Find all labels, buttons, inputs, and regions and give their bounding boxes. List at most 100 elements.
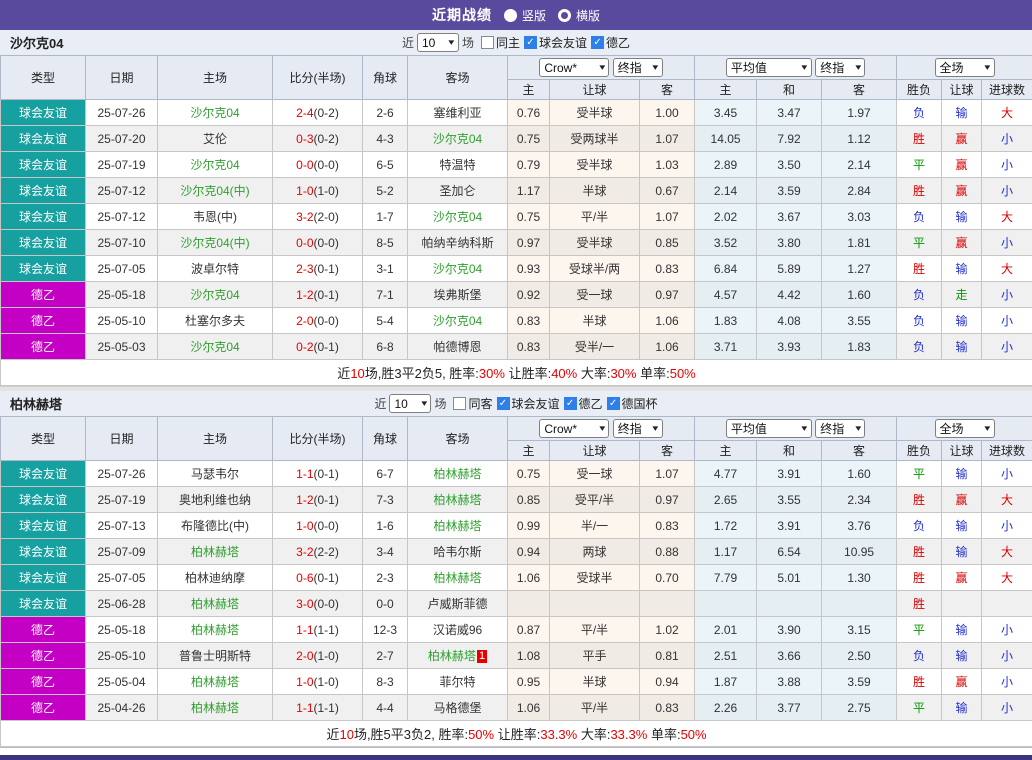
avg-home: 1.72 [695,513,757,539]
summary-text: 近10场,胜5平3负2, 胜率:50% 让胜率:33.3% 大率:33.3% 单… [326,727,706,742]
filter-checkbox[interactable]: 同主 [481,34,520,51]
odds-home: 0.94 [508,539,550,565]
avg-time-select[interactable]: 终指▾ [815,419,865,438]
radio-selected-icon[interactable] [504,9,517,22]
match-date: 25-07-12 [86,178,158,204]
away-team: 卢威斯菲德 [408,591,508,617]
col-odds-away: 客 [640,80,695,100]
odds-home: 1.08 [508,643,550,669]
rounds-select[interactable]: 10▾ [389,394,431,413]
odds-away: 0.70 [640,565,695,591]
league-badge: 球会友谊 [1,178,86,204]
scope-select[interactable]: 全场▾ [935,58,995,77]
filter-checkbox[interactable]: ✓球会友谊 [524,34,587,51]
section-header: 柏林赫塔 近 10▾ 场 同客✓球会友谊✓德乙✓德国杯 [0,391,1032,416]
checkbox-checked-icon[interactable]: ✓ [497,397,510,410]
odds-source-select[interactable]: Crow*▾ [539,58,609,77]
handicap: 受半/一 [550,334,640,360]
avg-home: 2.89 [695,152,757,178]
match-date: 25-06-28 [86,591,158,617]
odds-time-select[interactable]: 终指▾ [613,58,663,77]
team-name: 柏林赫塔 [0,394,62,413]
checkbox-unchecked-icon[interactable] [481,36,494,49]
away-team: 哈韦尔斯 [408,539,508,565]
team-section-hertha: 柏林赫塔 近 10▾ 场 同客✓球会友谊✓德乙✓德国杯 类型 日期 主场 [0,391,1032,747]
avg-away: 3.76 [822,513,897,539]
filter-checkbox[interactable]: ✓德国杯 [607,395,658,412]
odds-home: 0.97 [508,230,550,256]
away-team: 马格德堡 [408,695,508,721]
topbar: 近期战绩 竖版 横版 [0,0,1032,30]
filter-checkbox[interactable]: ✓德乙 [564,395,603,412]
match-score: 2-4(0-2) [273,100,363,126]
corner-score: 12-3 [363,617,408,643]
filter-controls: 近 10▾ 场 同客✓球会友谊✓德乙✓德国杯 [0,394,1032,413]
odds-time-select[interactable]: 终指▾ [613,419,663,438]
checkbox-checked-icon[interactable]: ✓ [524,36,537,49]
chevron-down-icon: ▾ [652,423,658,434]
match-row: 球会友谊25-07-13布隆德比(中)1-0(0-0)1-6柏林赫塔0.99半/… [1,513,1032,539]
odds-home: 0.95 [508,669,550,695]
corner-score: 2-6 [363,100,408,126]
league-badge: 球会友谊 [1,487,86,513]
checkbox-checked-icon[interactable]: ✓ [564,397,577,410]
result-wdl: 胜 [897,487,942,513]
match-date: 25-07-20 [86,126,158,152]
radio-vertical-layout[interactable]: 竖版 [504,7,546,24]
home-team: 韦恩(中) [158,204,273,230]
filter-label: 球会友谊 [539,34,587,51]
match-row: 球会友谊25-07-19奥地利维也纳1-2(0-1)7-3柏林赫塔0.85受平/… [1,487,1032,513]
result-goals: 小 [982,643,1032,669]
match-date: 25-07-05 [86,565,158,591]
away-team: 帕纳辛纳科斯 [408,230,508,256]
col-handicap: 让球 [550,441,640,461]
match-score: 3-2(2-2) [273,539,363,565]
avg-home: 1.83 [695,308,757,334]
handicap: 受一球 [550,461,640,487]
odds-away: 1.06 [640,308,695,334]
avg-away: 3.15 [822,617,897,643]
handicap: 平/半 [550,617,640,643]
rounds-select[interactable]: 10▾ [417,33,459,52]
match-date: 25-05-10 [86,643,158,669]
radio-horizontal-layout[interactable]: 横版 [558,7,600,24]
handicap: 受半球 [550,230,640,256]
odds-source-select[interactable]: Crow*▾ [539,419,609,438]
league-badge: 球会友谊 [1,256,86,282]
match-score: 1-2(0-1) [273,487,363,513]
radio-unselected-icon[interactable] [558,9,571,22]
handicap: 受一球 [550,282,640,308]
avg-home: 6.84 [695,256,757,282]
corner-score: 1-7 [363,204,408,230]
bottom-bar [0,755,1032,760]
league-badge: 球会友谊 [1,461,86,487]
odds-away [640,591,695,617]
scope-select[interactable]: 全场▾ [935,419,995,438]
checkbox-unchecked-icon[interactable] [453,397,466,410]
results-body: 球会友谊25-07-26马瑟韦尔1-1(0-1)6-7柏林赫塔0.75受一球1.… [1,461,1032,721]
page-title: 近期战绩 [432,5,492,25]
result-handicap: 赢 [942,126,982,152]
result-wdl: 负 [897,513,942,539]
avg-source-select[interactable]: 平均值▾ [726,58,812,77]
result-wdl: 负 [897,100,942,126]
corner-score: 3-1 [363,256,408,282]
checkbox-checked-icon[interactable]: ✓ [607,397,620,410]
checkbox-checked-icon[interactable]: ✓ [591,36,604,49]
col-avg-away: 客 [822,441,897,461]
match-score: 3-2(2-0) [273,204,363,230]
filter-checkbox[interactable]: ✓球会友谊 [497,395,560,412]
avg-source-select[interactable]: 平均值▾ [726,419,812,438]
result-handicap: 输 [942,308,982,334]
avg-time-select[interactable]: 终指▾ [815,58,865,77]
away-team: 沙尔克04 [408,308,508,334]
away-team: 柏林赫塔 [408,461,508,487]
home-team: 沙尔克04 [158,282,273,308]
filter-checkbox[interactable]: ✓德乙 [591,34,630,51]
match-row: 球会友谊25-06-28柏林赫塔3-0(0-0)0-0卢威斯菲德胜 [1,591,1032,617]
match-row: 德乙25-05-10杜塞尔多夫2-0(0-0)5-4沙尔克040.83半球1.0… [1,308,1032,334]
filter-checkbox[interactable]: 同客 [453,395,492,412]
col-avg-home: 主 [695,441,757,461]
result-handicap [942,591,982,617]
avg-home: 2.01 [695,617,757,643]
